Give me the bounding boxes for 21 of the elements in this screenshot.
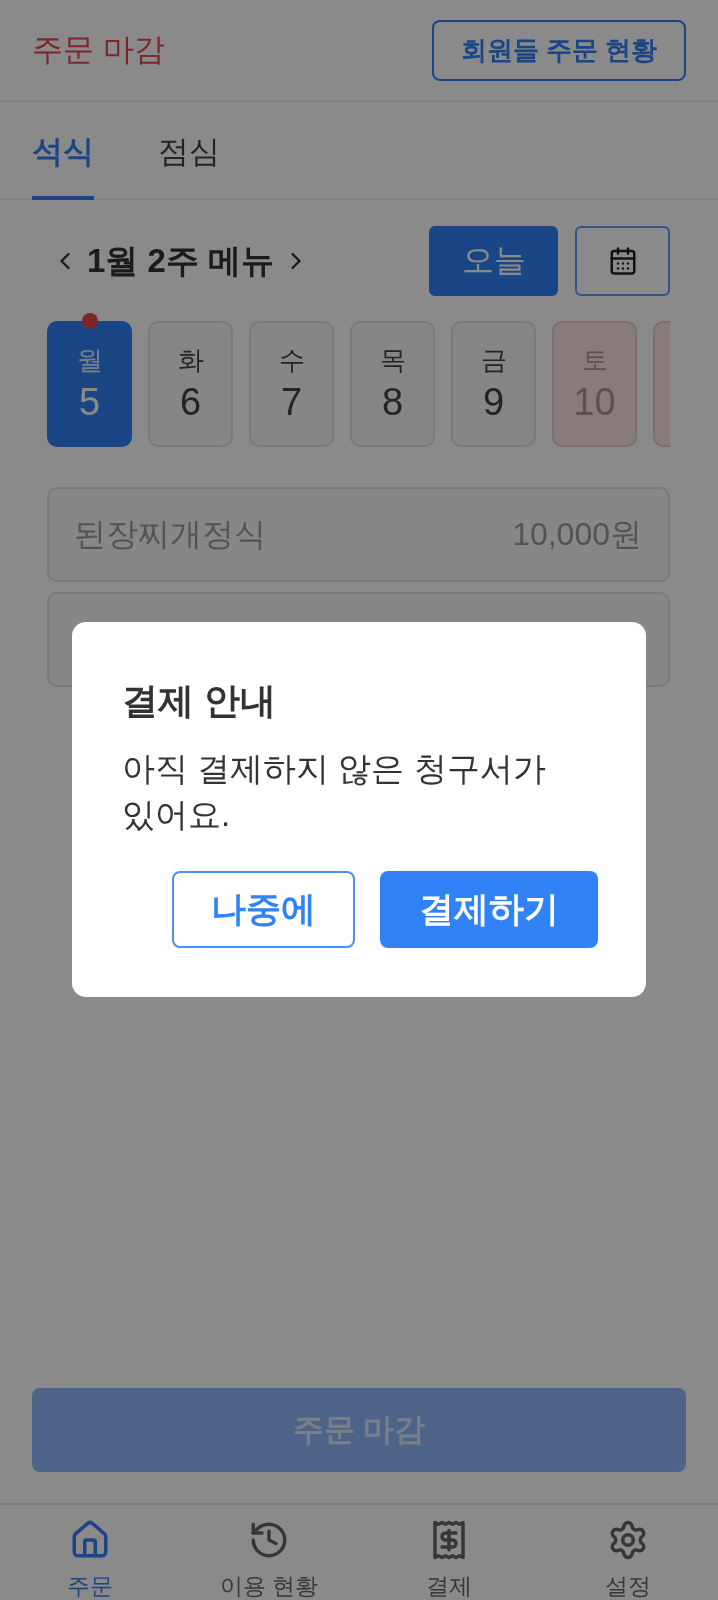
later-button[interactable]: 나중에 — [172, 871, 355, 948]
today-button[interactable]: 오늘 — [429, 226, 558, 296]
dialog-message: 아직 결제하지 않은 청구서가 있어요. — [122, 749, 547, 835]
day-chip[interactable]: 금 9 — [451, 321, 536, 447]
day-chip[interactable]: 화 6 — [148, 321, 233, 447]
nav-item[interactable]: 결제 — [359, 1505, 539, 1600]
pay-button[interactable]: 결제하기 — [380, 871, 598, 948]
calendar-icon — [607, 246, 638, 276]
members-orders-button[interactable]: 회원들 주문 현황 — [432, 19, 686, 81]
page-title: 주문 마감 — [32, 31, 165, 69]
day-chip[interactable]: 월 5 — [47, 321, 132, 447]
nav-item[interactable]: 주문 — [0, 1505, 180, 1600]
day-chip[interactable]: 목 8 — [350, 321, 435, 447]
week-title: 1월 2주 메뉴 — [87, 240, 275, 281]
dialog-title: 결제 안내 — [122, 680, 277, 722]
nav-item[interactable]: 이용 현황 — [179, 1505, 359, 1600]
day-chip[interactable]: 수 7 — [249, 321, 334, 447]
nav-item[interactable]: 설정 — [538, 1505, 718, 1600]
calendar-button[interactable] — [575, 226, 670, 296]
meal-tab[interactable]: 점심 — [158, 102, 220, 200]
meal-tab[interactable]: 석식 — [32, 102, 94, 200]
